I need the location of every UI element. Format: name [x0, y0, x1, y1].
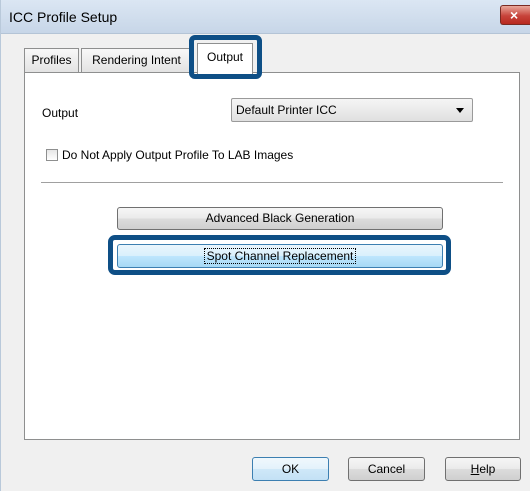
advanced-black-generation-button[interactable]: Advanced Black Generation [117, 207, 443, 230]
ok-button[interactable]: OK [252, 457, 329, 481]
help-button[interactable]: Help [445, 457, 521, 481]
help-label-rest: elp [479, 462, 496, 476]
separator [41, 182, 503, 186]
title-bar: ICC Profile Setup × [1, 0, 530, 34]
lab-images-checkbox[interactable] [46, 149, 58, 161]
cancel-button[interactable]: Cancel [348, 457, 425, 481]
icc-profile-setup-dialog: ICC Profile Setup × Profiles Rendering I… [0, 0, 530, 491]
spot-channel-highlight-callout [108, 235, 451, 275]
chevron-down-icon [456, 108, 464, 113]
lab-images-checkbox-label[interactable]: Do Not Apply Output Profile To LAB Image… [62, 148, 293, 162]
tab-profiles[interactable]: Profiles [24, 48, 79, 72]
window-title: ICC Profile Setup [9, 9, 118, 25]
close-button[interactable]: × [500, 5, 530, 25]
tab-rendering-intent[interactable]: Rendering Intent [81, 48, 192, 72]
dropdown-selected-value: Default Printer ICC [236, 103, 337, 117]
tab-highlight-callout [189, 35, 262, 79]
close-icon: × [510, 7, 519, 23]
output-label: Output [42, 106, 79, 120]
output-profile-dropdown[interactable]: Default Printer ICC [231, 98, 473, 122]
